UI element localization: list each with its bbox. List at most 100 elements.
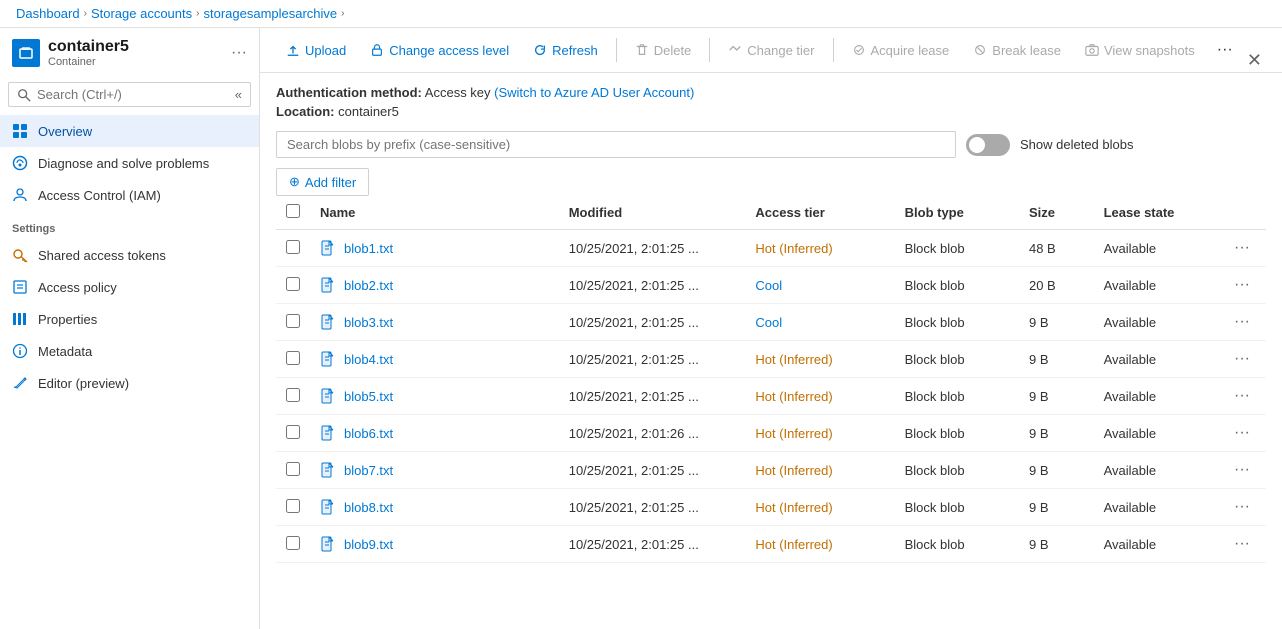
sidebar-item-overview[interactable]: Overview — [0, 115, 259, 147]
sidebar-item-access-policy[interactable]: Access policy — [0, 271, 259, 303]
modified-cell: 10/25/2021, 2:01:25 ... — [559, 526, 746, 563]
blob-type-cell: Block blob — [895, 304, 1019, 341]
table-row: blob1.txt 10/25/2021, 2:01:25 ... Hot (I… — [276, 230, 1266, 267]
row-checkbox-3[interactable] — [286, 351, 300, 365]
blob-type-cell: Block blob — [895, 267, 1019, 304]
sidebar: container5 Container ··· « Overview Diag… — [0, 28, 260, 629]
search-box[interactable]: « — [8, 82, 251, 107]
blob-name-2[interactable]: blob3.txt — [320, 314, 549, 330]
size-cell: 9 B — [1019, 378, 1094, 415]
policy-icon — [12, 279, 28, 295]
sidebar-item-diagnose[interactable]: Diagnose and solve problems — [0, 147, 259, 179]
row-checkbox-7[interactable] — [286, 499, 300, 513]
access-tier-column-header[interactable]: Access tier — [745, 196, 894, 230]
acquire-lease-button[interactable]: Acquire lease — [842, 38, 960, 63]
change-tier-button[interactable]: Change tier — [718, 38, 824, 63]
row-checkbox-5[interactable] — [286, 425, 300, 439]
refresh-button[interactable]: Refresh — [523, 38, 608, 63]
blob-type-column-header[interactable]: Blob type — [895, 196, 1019, 230]
add-filter-button[interactable]: ⊕ Add filter — [276, 168, 369, 196]
sidebar-item-metadata[interactable]: Metadata — [0, 335, 259, 367]
breadcrumb-storage-archive[interactable]: storagesamplesarchive — [203, 6, 337, 21]
modified-column-header[interactable]: Modified — [559, 196, 746, 230]
overview-icon — [12, 123, 28, 139]
sidebar-item-properties[interactable]: Properties — [0, 303, 259, 335]
toolbar-more-button[interactable]: ··· — [1209, 36, 1241, 64]
sidebar-more-button[interactable]: ··· — [231, 44, 247, 62]
row-more-button-7[interactable]: ··· — [1228, 496, 1256, 518]
row-more-button-0[interactable]: ··· — [1228, 237, 1256, 259]
blob-search-input[interactable] — [276, 131, 956, 158]
blob-name-5[interactable]: blob6.txt — [320, 425, 549, 441]
lease-state-cell: Available — [1094, 230, 1218, 267]
breadcrumb-storage-accounts[interactable]: Storage accounts — [91, 6, 192, 21]
blob-name-0[interactable]: blob1.txt — [320, 240, 549, 256]
select-all-checkbox[interactable] — [286, 204, 300, 218]
blob-name-4[interactable]: blob5.txt — [320, 388, 549, 404]
size-column-header[interactable]: Size — [1019, 196, 1094, 230]
sidebar-diagnose-label: Diagnose and solve problems — [38, 156, 209, 171]
show-deleted-toggle[interactable] — [966, 134, 1010, 156]
breadcrumb: Dashboard › Storage accounts › storagesa… — [0, 0, 1282, 28]
blob-type-cell: Block blob — [895, 378, 1019, 415]
view-snapshots-button[interactable]: View snapshots — [1075, 38, 1205, 63]
access-tier-cell: Hot (Inferred) — [745, 415, 894, 452]
location-info: Location: container5 — [276, 104, 1266, 119]
row-checkbox-2[interactable] — [286, 314, 300, 328]
access-tier-cell: Hot (Inferred) — [745, 452, 894, 489]
blob-name-3[interactable]: blob4.txt — [320, 351, 549, 367]
row-checkbox-1[interactable] — [286, 277, 300, 291]
row-checkbox-0[interactable] — [286, 240, 300, 254]
change-tier-icon — [728, 43, 742, 57]
upload-button[interactable]: Upload — [276, 38, 356, 63]
toolbar-separator-2 — [709, 38, 710, 62]
auth-link[interactable]: (Switch to Azure AD User Account) — [494, 85, 694, 100]
break-lease-button[interactable]: Break lease — [963, 38, 1071, 63]
row-checkbox-8[interactable] — [286, 536, 300, 550]
blob-name-8[interactable]: blob9.txt — [320, 536, 549, 552]
search-input[interactable] — [37, 87, 229, 102]
row-more-button-5[interactable]: ··· — [1228, 422, 1256, 444]
size-cell: 9 B — [1019, 489, 1094, 526]
access-tier-cell: Hot (Inferred) — [745, 526, 894, 563]
row-checkbox-4[interactable] — [286, 388, 300, 402]
key-icon — [12, 247, 28, 263]
name-column-header[interactable]: Name — [310, 196, 559, 230]
modified-cell: 10/25/2021, 2:01:25 ... — [559, 267, 746, 304]
row-more-button-2[interactable]: ··· — [1228, 311, 1256, 333]
close-button[interactable]: ✕ — [1243, 46, 1266, 75]
actions-column-header — [1218, 196, 1266, 230]
blob-name-1[interactable]: blob2.txt — [320, 277, 549, 293]
camera-icon — [1085, 43, 1099, 57]
row-checkbox-6[interactable] — [286, 462, 300, 476]
row-more-button-3[interactable]: ··· — [1228, 348, 1256, 370]
change-access-level-button[interactable]: Change access level — [360, 38, 519, 63]
access-tier-cell: Cool — [745, 304, 894, 341]
sidebar-item-iam[interactable]: Access Control (IAM) — [0, 179, 259, 211]
table-row: blob2.txt 10/25/2021, 2:01:25 ... Cool B… — [276, 267, 1266, 304]
row-more-button-8[interactable]: ··· — [1228, 533, 1256, 555]
blob-name-7[interactable]: blob8.txt — [320, 499, 549, 515]
file-icon — [320, 277, 336, 293]
breadcrumb-dashboard[interactable]: Dashboard — [16, 6, 80, 21]
upload-icon — [286, 43, 300, 57]
sidebar-item-editor[interactable]: Editor (preview) — [0, 367, 259, 399]
collapse-sidebar-button[interactable]: « — [235, 87, 242, 102]
delete-button[interactable]: Delete — [625, 38, 702, 63]
modified-cell: 10/25/2021, 2:01:25 ... — [559, 341, 746, 378]
blob-type-cell: Block blob — [895, 452, 1019, 489]
search-filter-row: Show deleted blobs — [276, 131, 1266, 158]
lease-state-column-header[interactable]: Lease state — [1094, 196, 1218, 230]
file-icon — [320, 499, 336, 515]
row-more-button-6[interactable]: ··· — [1228, 459, 1256, 481]
blob-name-6[interactable]: blob7.txt — [320, 462, 549, 478]
select-all-header[interactable] — [276, 196, 310, 230]
sidebar-item-shared-access-tokens[interactable]: Shared access tokens — [0, 239, 259, 271]
size-cell: 9 B — [1019, 526, 1094, 563]
table-row: blob3.txt 10/25/2021, 2:01:25 ... Cool B… — [276, 304, 1266, 341]
blob-table: Name Modified Access tier Blob type Size… — [276, 196, 1266, 563]
row-more-button-1[interactable]: ··· — [1228, 274, 1256, 296]
row-more-button-4[interactable]: ··· — [1228, 385, 1256, 407]
editor-icon — [12, 375, 28, 391]
sidebar-title: container5 — [48, 38, 129, 56]
